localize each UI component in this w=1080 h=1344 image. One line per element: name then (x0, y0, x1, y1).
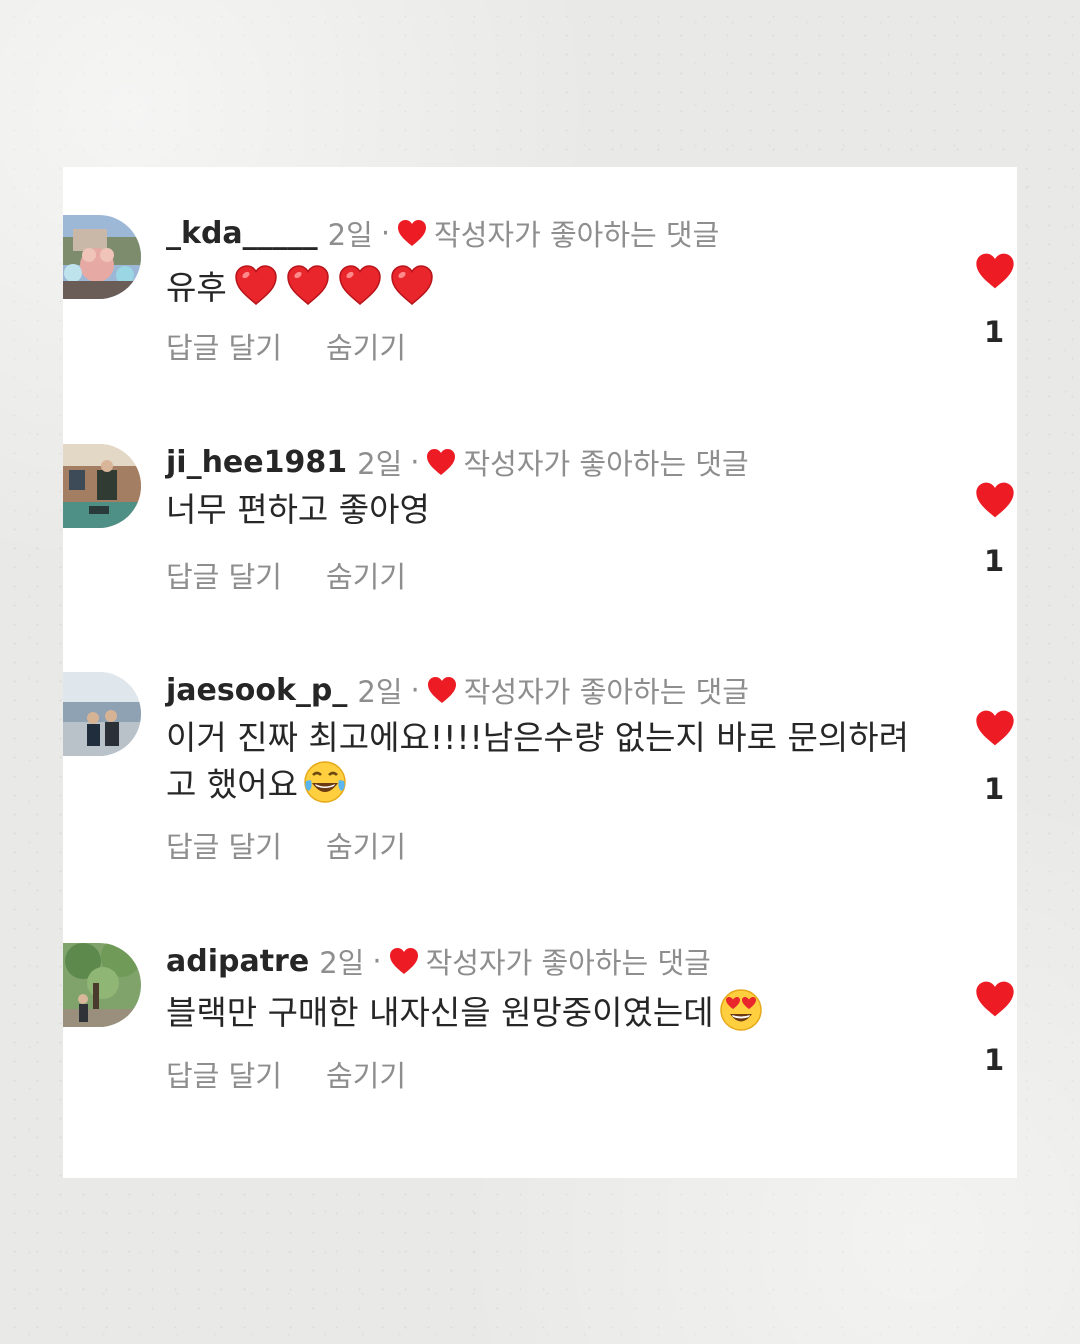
separator-dot: · (372, 944, 382, 978)
reply-button[interactable]: 답글 달기 (166, 554, 282, 596)
avatar[interactable] (63, 943, 141, 1027)
author-liked-label: 작성자가 좋아하는 댓글 (434, 218, 720, 252)
comment-actions: 답글 달기 숨기기 (166, 554, 406, 596)
heart-icon (426, 675, 458, 705)
avatar[interactable] (63, 215, 141, 299)
like-heart-icon[interactable] (973, 480, 1017, 520)
author-liked-label: 작성자가 좋아하는 댓글 (463, 447, 749, 481)
author-liked-label: 작성자가 좋아하는 댓글 (425, 946, 711, 980)
author-liked-label: 작성자가 좋아하는 댓글 (463, 675, 749, 709)
red-heart-emoji-icon (389, 263, 435, 307)
hide-button[interactable]: 숨기기 (326, 325, 406, 367)
heart-icon (388, 946, 420, 976)
tears-of-joy-emoji-icon (304, 761, 346, 803)
like-count: 1 (984, 772, 1005, 806)
comment-time: 2일 (327, 218, 373, 252)
like-heart-icon[interactable] (973, 708, 1017, 748)
hide-button[interactable]: 숨기기 (326, 824, 406, 866)
like-count: 1 (984, 1043, 1005, 1077)
avatar[interactable] (63, 444, 141, 528)
avatar[interactable] (63, 672, 141, 756)
username[interactable]: ji_hee1981 (166, 445, 347, 480)
comment-header: adipatre 2일 · 작성자가 좋아하는 댓글 (166, 941, 711, 981)
hide-button[interactable]: 숨기기 (326, 1053, 406, 1095)
red-heart-emoji-icon (337, 263, 383, 307)
like-heart-icon[interactable] (973, 251, 1017, 291)
red-heart-emoji-icon (233, 263, 279, 307)
comment-time: 2일 (357, 447, 403, 481)
comment-actions: 답글 달기 숨기기 (166, 824, 406, 866)
separator-dot: · (410, 673, 420, 707)
like-count: 1 (984, 544, 1005, 578)
like-count: 1 (984, 315, 1005, 349)
comment-text: 유후 (166, 263, 926, 309)
hide-button[interactable]: 숨기기 (326, 554, 406, 596)
separator-dot: · (380, 216, 391, 250)
username[interactable]: jaesook_p_ (166, 673, 347, 708)
comments-card: _kda_____ 2일 · 작성자가 좋아하는 댓글 유후 답글 달기 숨기기… (63, 167, 1017, 1178)
heart-eyes-emoji-icon (719, 989, 762, 1031)
reply-button[interactable]: 답글 달기 (166, 824, 282, 866)
separator-dot: · (410, 445, 420, 479)
red-heart-emoji-icon (285, 263, 331, 307)
comment-text: 이거 진짜 최고에요!!!!남은수량 없는지 바로 문의하려고 했어요 (166, 716, 911, 806)
reply-button[interactable]: 답글 달기 (166, 325, 282, 367)
comment-time: 2일 (357, 675, 403, 709)
comment-actions: 답글 달기 숨기기 (166, 325, 406, 367)
comment-text-content: 블랙만 구매한 내자신을 원망중이였는데 (166, 993, 714, 1032)
reply-button[interactable]: 답글 달기 (166, 1053, 282, 1095)
comment-text: 너무 편하고 좋아영 (166, 488, 926, 531)
comment-header: jaesook_p_ 2일 · 작성자가 좋아하는 댓글 (166, 670, 749, 710)
comment-actions: 답글 달기 숨기기 (166, 1053, 406, 1095)
heart-icon (396, 218, 428, 248)
like-heart-icon[interactable] (973, 979, 1017, 1019)
heart-icon (425, 447, 457, 477)
comment-header: ji_hee1981 2일 · 작성자가 좋아하는 댓글 (166, 442, 749, 482)
comment-text-content: 유후 (166, 268, 227, 307)
username[interactable]: _kda_____ (166, 216, 318, 251)
comment-text-content: 너무 편하고 좋아영 (166, 490, 430, 529)
comment-header: _kda_____ 2일 · 작성자가 좋아하는 댓글 (166, 213, 719, 253)
username[interactable]: adipatre (166, 944, 309, 979)
comment-time: 2일 (319, 946, 365, 980)
comment-text: 블랙만 구매한 내자신을 원망중이였는데 (166, 987, 926, 1034)
comment-text-content: 이거 진짜 최고에요!!!!남은수량 없는지 바로 문의하려고 했어요 (166, 718, 909, 804)
